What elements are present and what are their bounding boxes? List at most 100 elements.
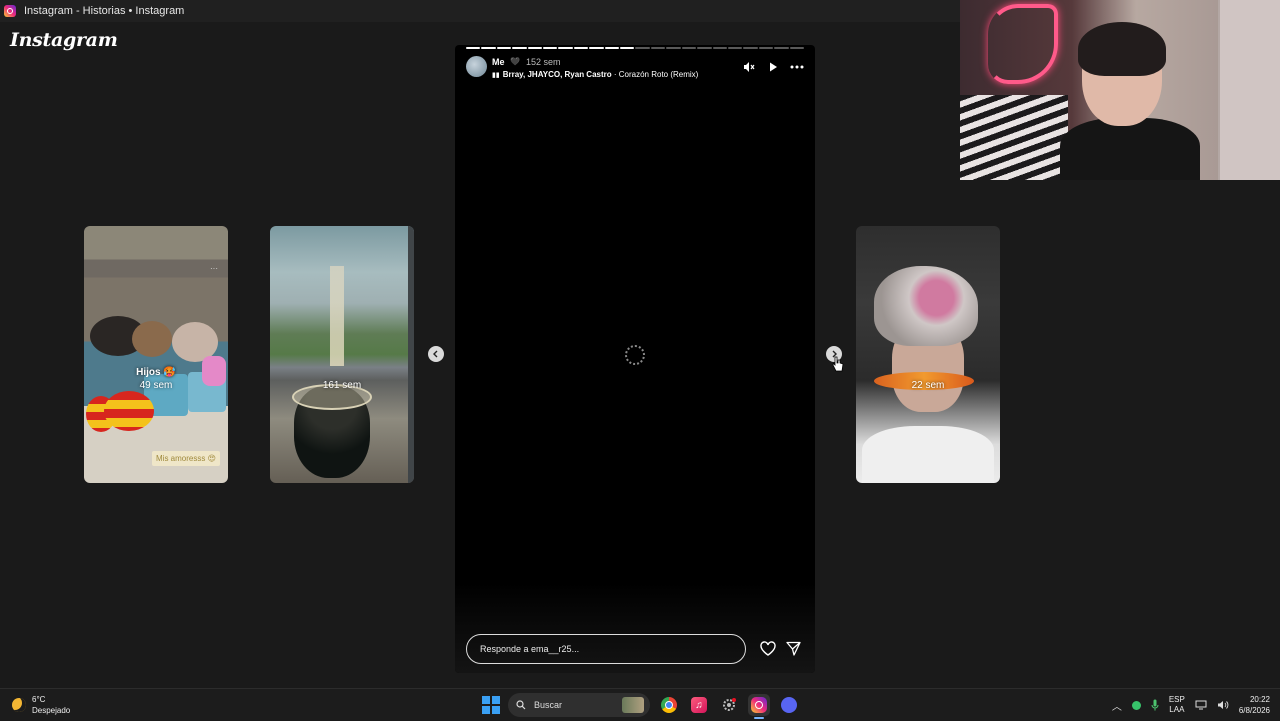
music-app[interactable]: ♫ bbox=[688, 694, 710, 716]
microphone-icon[interactable] bbox=[1151, 699, 1159, 711]
language-code: ESP bbox=[1168, 695, 1185, 704]
more-options-icon[interactable] bbox=[790, 60, 804, 74]
search-highlight-image bbox=[622, 697, 644, 713]
hair-image bbox=[874, 266, 978, 346]
more-icon: ··· bbox=[210, 264, 218, 273]
moon-icon bbox=[12, 698, 26, 712]
story-username[interactable]: Me bbox=[492, 57, 505, 67]
progress-segment bbox=[512, 47, 527, 49]
story-card-mate[interactable]: 161 sem bbox=[270, 226, 414, 483]
gear-icon bbox=[723, 698, 736, 711]
progress-segment bbox=[774, 47, 789, 49]
progress-segment bbox=[681, 47, 697, 49]
taskbar: 6°C Despejado Buscar ♫ ︿ ESP LAA 20:22 6… bbox=[0, 688, 1280, 720]
progress-segment bbox=[466, 47, 481, 49]
webcam-overlay bbox=[960, 0, 1280, 180]
windows-start-icon[interactable] bbox=[482, 696, 500, 714]
progress-segment bbox=[743, 47, 758, 49]
progress-segment bbox=[727, 47, 743, 49]
progress-segment bbox=[789, 47, 804, 49]
like-heart-icon[interactable] bbox=[760, 641, 776, 661]
progress-segment bbox=[697, 47, 712, 49]
story-card-age: 22 sem bbox=[911, 380, 945, 391]
language-indicator[interactable]: ESP LAA bbox=[1169, 695, 1185, 715]
send-icon[interactable] bbox=[786, 641, 801, 661]
reply-input[interactable]: Responde a ema__r25... bbox=[466, 634, 746, 664]
card-edge bbox=[408, 226, 414, 483]
story-card-title: Hijos 🥵 bbox=[136, 367, 176, 378]
story-card-portrait[interactable]: 22 sem bbox=[856, 226, 1000, 483]
progress-segment bbox=[543, 47, 558, 49]
progress-segment bbox=[666, 47, 681, 49]
chevron-left-icon bbox=[433, 350, 438, 358]
music-icon: ♫ bbox=[691, 697, 707, 713]
person-body-image bbox=[1060, 118, 1200, 180]
progress-segment bbox=[527, 47, 543, 49]
progress-segment bbox=[635, 47, 650, 49]
bed-image bbox=[960, 95, 1068, 180]
status-dot-icon[interactable] bbox=[1131, 700, 1141, 710]
ball-image bbox=[104, 391, 154, 431]
weather-widget[interactable]: 6°C Despejado bbox=[12, 694, 70, 716]
play-icon[interactable] bbox=[766, 60, 780, 74]
neon-light-image bbox=[988, 4, 1058, 84]
progress-segment bbox=[573, 47, 589, 49]
progress-segment bbox=[496, 47, 512, 49]
avatar[interactable] bbox=[466, 56, 487, 77]
heart-emoji: 🖤 bbox=[510, 57, 520, 66]
dog-image bbox=[132, 321, 172, 357]
progress-segment bbox=[758, 47, 774, 49]
taskbar-search[interactable]: Buscar bbox=[508, 693, 650, 717]
weather-temperature: 6°C bbox=[32, 695, 46, 704]
hand-cursor-icon bbox=[832, 356, 844, 372]
instagram-icon bbox=[751, 697, 767, 713]
weather-text: 6°C Despejado bbox=[32, 694, 70, 716]
story-viewer[interactable]: Me 🖤 152 sem ▮▮ Brray, JHAYCO, Ryan Castr… bbox=[455, 45, 815, 673]
loading-spinner-icon bbox=[625, 345, 645, 365]
discord-app[interactable] bbox=[778, 694, 800, 716]
story-header: Me 🖤 152 sem ▮▮ Brray, JHAYCO, Ryan Castr… bbox=[466, 56, 804, 80]
audio-bars-icon: ▮▮ bbox=[492, 72, 500, 79]
window-title: Instagram - Historias • Instagram bbox=[24, 5, 185, 17]
mute-icon[interactable] bbox=[742, 60, 756, 74]
progress-segment bbox=[481, 47, 496, 49]
story-age: 152 sem bbox=[526, 57, 561, 67]
story-progress bbox=[466, 47, 804, 49]
story-sticker: Mis amoresss 😍 bbox=[152, 451, 220, 466]
instagram-logo[interactable]: Instagram bbox=[10, 29, 118, 51]
story-controls bbox=[742, 60, 804, 74]
story-card-age: 49 sem bbox=[139, 380, 173, 391]
instagram-app[interactable] bbox=[748, 694, 770, 719]
weather-condition: Despejado bbox=[32, 706, 71, 715]
clock[interactable]: 20:22 6/8/2026 bbox=[1239, 694, 1270, 716]
chrome-app[interactable] bbox=[658, 694, 680, 716]
progress-segment bbox=[589, 47, 604, 49]
song-title: · Corazón Roto (Remix) bbox=[611, 70, 699, 79]
clock-time: 20:22 bbox=[1249, 695, 1270, 704]
chrome-icon bbox=[661, 697, 677, 713]
progress-segment bbox=[558, 47, 573, 49]
instagram-icon bbox=[4, 5, 16, 17]
progress-segment bbox=[650, 47, 666, 49]
network-icon[interactable] bbox=[1195, 700, 1207, 710]
progress-segment bbox=[604, 47, 620, 49]
reply-actions bbox=[760, 641, 801, 661]
person-hair-image bbox=[1078, 22, 1166, 76]
song-artists: Brray, JHAYCO, Ryan Castro bbox=[502, 70, 612, 79]
clock-date: 6/8/2026 bbox=[1238, 706, 1270, 715]
progress-segment bbox=[620, 47, 635, 49]
story-card-age: 161 sem bbox=[322, 380, 362, 391]
shirt-image bbox=[862, 426, 994, 483]
chevron-up-icon[interactable]: ︿ bbox=[1112, 698, 1122, 713]
story-music[interactable]: ▮▮ Brray, JHAYCO, Ryan Castro · Corazón R… bbox=[492, 70, 698, 79]
progress-segment bbox=[712, 47, 727, 49]
taskbar-apps: Buscar ♫ bbox=[482, 693, 800, 719]
volume-icon[interactable] bbox=[1217, 700, 1229, 710]
keyboard-layout: LAA bbox=[1169, 705, 1185, 714]
settings-app[interactable] bbox=[718, 694, 740, 716]
door-image bbox=[1218, 0, 1280, 180]
search-icon bbox=[516, 700, 526, 710]
previous-story-button[interactable] bbox=[428, 346, 444, 362]
system-tray: ︿ ESP LAA 20:22 6/8/2026 bbox=[1112, 689, 1280, 721]
story-card-hijos[interactable]: ··· Hijos 🥵 49 sem Mis amoresss 😍 bbox=[84, 226, 228, 483]
